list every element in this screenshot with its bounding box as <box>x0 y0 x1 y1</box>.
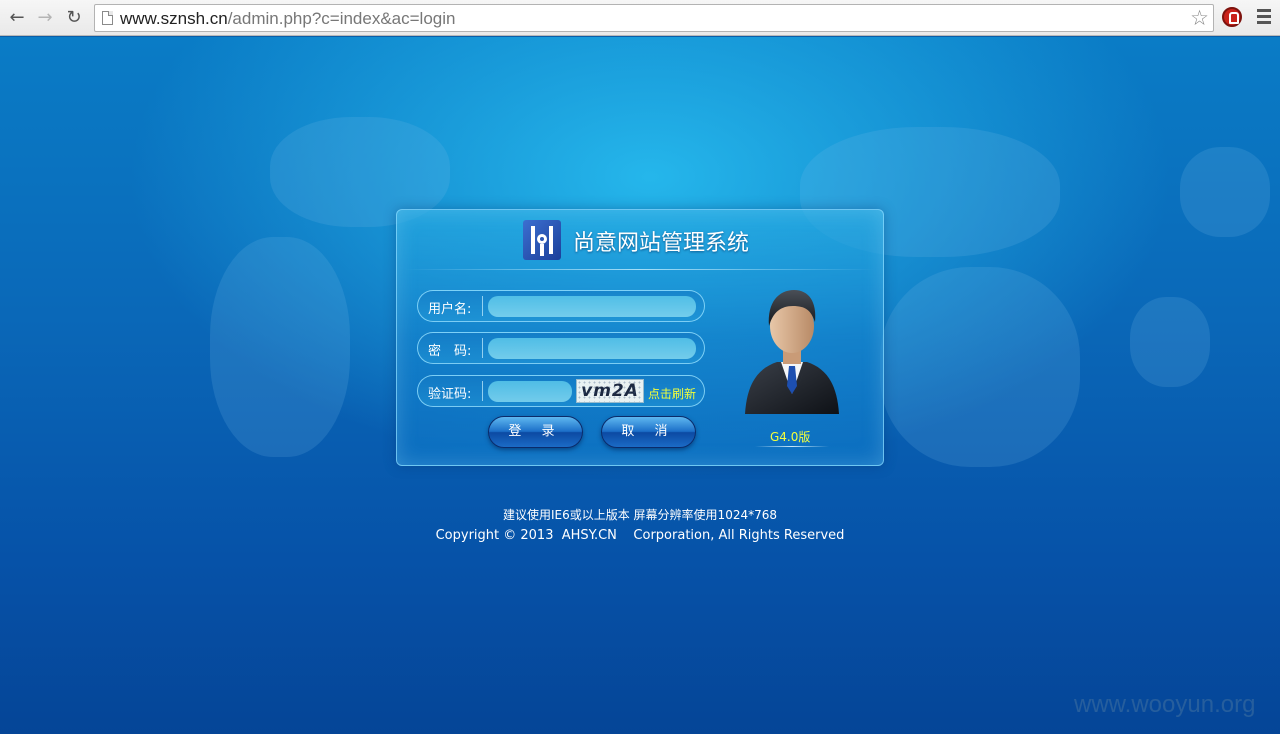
captcha-input[interactable] <box>488 381 572 402</box>
divider <box>482 296 483 316</box>
login-panel: 尚意网站管理系统 用户名: 密 码: 验证码: vm2A 点击刷新 登 录 取 … <box>396 209 884 466</box>
cancel-button[interactable]: 取 消 <box>601 416 696 448</box>
login-button[interactable]: 登 录 <box>488 416 583 448</box>
page-icon <box>102 11 113 25</box>
username-row: 用户名: <box>417 290 705 322</box>
url-path: /admin.php?c=index&ac=login <box>227 9 456 28</box>
username-label: 用户名: <box>428 302 472 317</box>
system-title: 尚意网站管理系统 <box>573 231 750 256</box>
url-host: www.sznsh.cn <box>120 9 228 28</box>
logo-icon <box>523 220 561 260</box>
user-avatar-icon <box>737 282 847 422</box>
panel-header: 尚意网站管理系统 <box>397 210 883 270</box>
map-decoration <box>210 237 350 457</box>
forward-icon[interactable]: → <box>34 7 56 29</box>
password-label: 密 码: <box>428 344 472 359</box>
version-label: G4.0版 <box>770 430 811 444</box>
captcha-label: 验证码: <box>428 387 472 402</box>
map-decoration <box>1180 147 1270 237</box>
divider <box>755 446 829 447</box>
login-page: 尚意网站管理系统 用户名: 密 码: 验证码: vm2A 点击刷新 登 录 取 … <box>0 37 1280 734</box>
map-decoration <box>1130 297 1210 387</box>
reload-icon[interactable]: ↻ <box>63 7 85 29</box>
browser-recommendation-text: 建议使用IE6或以上版本 屏幕分辨率使用1024*768 <box>502 508 777 522</box>
captcha-row: 验证码: vm2A 点击刷新 <box>417 375 705 407</box>
divider <box>482 338 483 358</box>
divider <box>405 269 875 270</box>
divider <box>482 381 483 401</box>
password-input[interactable] <box>488 338 696 359</box>
menu-icon[interactable] <box>1257 9 1271 25</box>
extension-stop-icon[interactable] <box>1222 7 1242 27</box>
password-row: 密 码: <box>417 332 705 364</box>
back-icon[interactable]: ← <box>6 7 28 29</box>
address-bar[interactable]: www.sznsh.cn/admin.php?c=index&ac=login … <box>94 4 1214 32</box>
copyright-text: Copyright © 2013 AHSY.CN Corporation, Al… <box>435 528 845 543</box>
url-text[interactable]: www.sznsh.cn/admin.php?c=index&ac=login <box>120 9 455 29</box>
map-decoration <box>880 267 1080 467</box>
watermark-text: www.wooyun.org <box>1074 691 1256 718</box>
captcha-refresh-link[interactable]: 点击刷新 <box>648 385 696 402</box>
captcha-image[interactable]: vm2A <box>576 379 644 403</box>
browser-toolbar: ← → ↻ www.sznsh.cn/admin.php?c=index&ac=… <box>0 0 1280 36</box>
bookmark-star-icon[interactable]: ☆ <box>1190 6 1209 30</box>
username-input[interactable] <box>488 296 696 317</box>
